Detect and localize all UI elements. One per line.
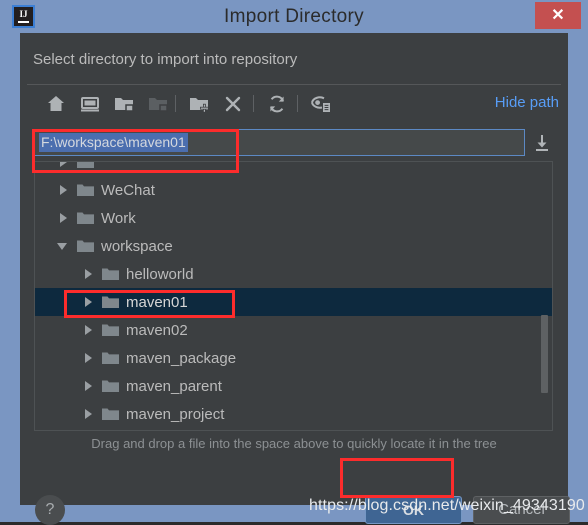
chevron-right-icon[interactable] (57, 212, 70, 225)
tree-row-maven-package[interactable]: maven_package (35, 344, 552, 372)
tree-scrollbar-thumb[interactable] (541, 315, 548, 393)
folder-icon (102, 323, 119, 337)
chevron-right-icon[interactable] (82, 352, 95, 365)
tree-row-maven02[interactable]: maven02 (35, 316, 552, 344)
window-title: Import Directory (224, 6, 364, 27)
tree-node-label: maven01 (126, 293, 188, 311)
drag-drop-hint: Drag and drop a file into the space abov… (91, 436, 497, 451)
tree-node-label: maven_project (126, 405, 225, 423)
dialog-content: Select directory to import into reposito… (20, 33, 570, 525)
chevron-right-icon[interactable] (57, 184, 70, 197)
chevron-right-icon[interactable] (82, 380, 95, 393)
tree-row-maven-parent[interactable]: maven_parent (35, 372, 552, 400)
toolbar-separator-1 (175, 95, 176, 112)
tree-node-label: maven_package (126, 349, 237, 367)
tree-node-label: maven_parent (126, 377, 222, 395)
folder-icon (102, 407, 119, 421)
folder-icon (102, 351, 119, 365)
watermark: https://blog.csdn.net/weixin_49343190 (309, 497, 585, 514)
chevron-right-icon[interactable] (57, 162, 70, 169)
tree-scrollbar[interactable] (540, 162, 551, 430)
tree-row-helloworld[interactable]: helloworld (35, 260, 552, 288)
folder-icon (77, 162, 94, 169)
module-folder-icon (146, 92, 170, 116)
show-hidden-icon[interactable] (309, 92, 333, 116)
folder-icon (77, 211, 94, 225)
folder-icon (102, 267, 119, 281)
chevron-right-icon[interactable] (82, 296, 95, 309)
desktop-icon[interactable] (78, 92, 102, 116)
tree-row-wechat[interactable]: WeChat (35, 176, 552, 204)
import-directory-dialog: IJ Import Directory ✕ Select directory t… (0, 0, 588, 525)
new-folder-icon[interactable] (187, 92, 211, 116)
tree-row[interactable] (35, 162, 552, 176)
path-input[interactable]: F:\workspace\maven01 (34, 129, 525, 156)
project-folder-icon[interactable] (112, 92, 136, 116)
insert-path-icon[interactable] (531, 132, 553, 154)
refresh-icon[interactable] (265, 92, 289, 116)
tree-row-maven-project[interactable]: maven_project (35, 400, 552, 428)
help-button[interactable]: ? (35, 495, 65, 525)
chevron-right-icon[interactable] (82, 324, 95, 337)
tree-node-label: helloworld (126, 265, 194, 283)
folder-icon (77, 239, 94, 253)
header-divider (27, 84, 561, 85)
tree-row-maven01[interactable]: maven01 (35, 288, 552, 316)
chevron-right-icon[interactable] (82, 268, 95, 281)
file-chooser-toolbar: Hide path (20, 88, 568, 120)
path-input-value: F:\workspace\maven01 (39, 133, 188, 152)
folder-icon (102, 379, 119, 393)
home-icon[interactable] (44, 92, 68, 116)
title-bar: IJ Import Directory ✕ (0, 0, 588, 33)
folder-icon (102, 295, 119, 309)
toolbar-separator-2 (253, 95, 254, 112)
tree-node-label: Work (101, 209, 136, 227)
folder-icon (77, 183, 94, 197)
tree-row-workspace[interactable]: workspace (35, 232, 552, 260)
tree-node-label: workspace (101, 237, 173, 255)
directory-tree[interactable]: WeChat Work workspace helloworld maven01… (34, 161, 553, 431)
delete-icon[interactable] (221, 92, 245, 116)
tree-node-label: WeChat (101, 181, 155, 199)
dialog-prompt: Select directory to import into reposito… (33, 51, 298, 68)
hide-path-link[interactable]: Hide path (495, 94, 559, 111)
close-button[interactable]: ✕ (535, 2, 581, 29)
tree-row-work[interactable]: Work (35, 204, 552, 232)
toolbar-separator-3 (297, 95, 298, 112)
chevron-right-icon[interactable] (82, 408, 95, 421)
tree-node-label: maven02 (126, 321, 188, 339)
chevron-down-icon[interactable] (57, 240, 70, 253)
